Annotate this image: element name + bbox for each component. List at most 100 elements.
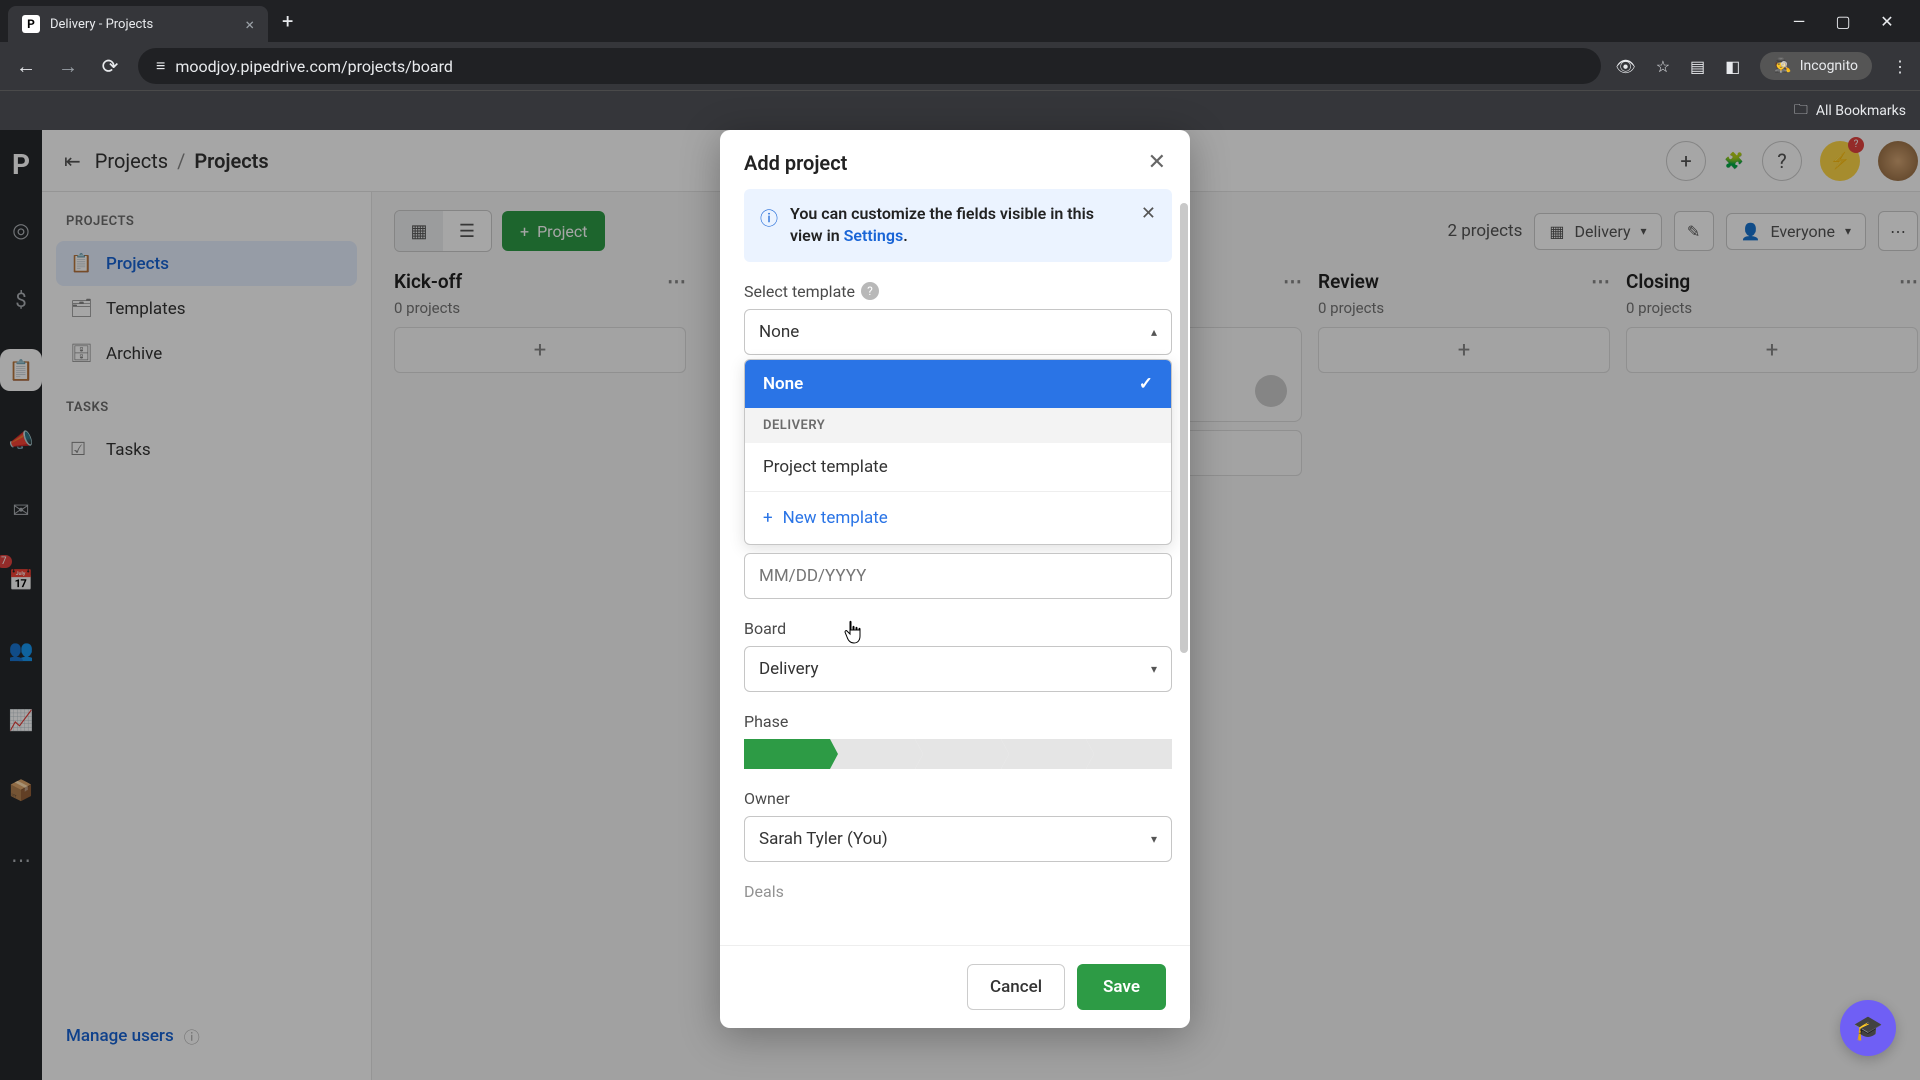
help-fab[interactable]: 🎓: [1840, 1000, 1896, 1056]
rail-insights-icon[interactable]: 📈: [0, 699, 42, 741]
reading-list-icon[interactable]: ▤: [1690, 57, 1705, 76]
people-filter[interactable]: 👤 Everyone ▾: [1726, 213, 1866, 250]
template-icon: 🗂: [70, 298, 92, 319]
rail-more-icon[interactable]: ⋯: [0, 839, 42, 881]
user-avatar[interactable]: [1878, 141, 1918, 181]
phase-segment[interactable]: [915, 739, 1001, 769]
pipedrive-logo[interactable]: P: [12, 148, 30, 181]
sidebar-item-tasks[interactable]: ☑ Tasks: [56, 427, 357, 472]
more-options-button[interactable]: ⋯: [1878, 211, 1918, 251]
board-view-button[interactable]: ▦: [395, 211, 443, 251]
left-rail: P ◎ $ 📋 📣 ✉ 7📅 👥 📈 📦 ⋯: [0, 130, 42, 1080]
new-template-button[interactable]: + New template: [745, 491, 1171, 544]
rail-calendar-icon[interactable]: 7📅: [0, 559, 42, 601]
manage-users-link[interactable]: Manage users: [66, 1026, 174, 1046]
project-count: 2 projects: [1447, 221, 1522, 241]
modal-body: ⓘ You can customize the fields visible i…: [720, 189, 1190, 945]
board-label: Board: [744, 619, 1172, 638]
sidebar-heading-tasks: TASKS: [66, 400, 347, 415]
board-selector[interactable]: ▦ Delivery ▾: [1534, 213, 1661, 250]
close-tab-icon[interactable]: ×: [245, 15, 254, 34]
maximize-icon[interactable]: ▢: [1834, 12, 1852, 31]
browser-tab[interactable]: P Delivery - Projects ×: [8, 6, 268, 42]
rail-products-icon[interactable]: 📦: [0, 769, 42, 811]
all-bookmarks-button[interactable]: 🗀 All Bookmarks: [1794, 99, 1906, 123]
sidebar-item-archive[interactable]: 🗄 Archive: [56, 331, 357, 376]
close-window-icon[interactable]: ✕: [1878, 12, 1896, 31]
rail-target-icon[interactable]: ◎: [0, 209, 42, 251]
list-view-button[interactable]: ☰: [443, 211, 491, 251]
chevron-down-icon: ▾: [1151, 832, 1157, 846]
cancel-button[interactable]: Cancel: [967, 964, 1065, 1010]
rail-contacts-icon[interactable]: 👥: [0, 629, 42, 671]
dropdown-option-template[interactable]: Project template: [745, 443, 1171, 491]
column-menu-icon[interactable]: ⋯: [667, 270, 686, 293]
info-banner: ⓘ You can customize the fields visible i…: [744, 189, 1172, 262]
rail-campaigns-icon[interactable]: 📣: [0, 419, 42, 461]
app: P ◎ $ 📋 📣 ✉ 7📅 👥 📈 📦 ⋯ ⇤ Projects / Proj…: [0, 130, 1920, 1080]
phase-segment[interactable]: [1001, 739, 1087, 769]
window-controls: — ▢ ✕: [1790, 12, 1912, 31]
column-menu-icon[interactable]: ⋯: [1899, 270, 1918, 293]
modal-title: Add project: [744, 151, 847, 175]
bookmark-star-icon[interactable]: ☆: [1656, 57, 1670, 76]
sidebar-item-projects[interactable]: 📋 Projects: [56, 241, 357, 286]
add-button[interactable]: +: [1666, 141, 1706, 181]
card-avatar: [1255, 375, 1287, 407]
info-icon[interactable]: ⓘ: [184, 1024, 200, 1048]
column-menu-icon[interactable]: ⋯: [1591, 270, 1610, 293]
eye-off-icon[interactable]: 👁: [1615, 57, 1635, 76]
phase-segment[interactable]: [744, 739, 830, 769]
forward-icon[interactable]: →: [54, 54, 82, 79]
phase-segment[interactable]: [1086, 739, 1172, 769]
help-button[interactable]: ?: [1762, 141, 1802, 181]
phase-selector[interactable]: [744, 739, 1172, 769]
deals-label: Deals: [744, 882, 1172, 901]
new-tab-button[interactable]: +: [272, 9, 303, 33]
collapse-sidebar-icon[interactable]: ⇤: [64, 149, 81, 173]
breadcrumb: Projects / Projects: [95, 149, 269, 173]
plus-icon: +: [763, 508, 773, 528]
dismiss-banner-icon[interactable]: ✕: [1141, 203, 1156, 224]
banner-text: You can customize the fields visible in …: [790, 203, 1129, 248]
browser-chrome: P Delivery - Projects × + — ▢ ✕ ← → ⟳ ≡ …: [0, 0, 1920, 130]
add-card-button[interactable]: +: [394, 327, 686, 373]
close-modal-icon[interactable]: ✕: [1148, 150, 1166, 175]
reload-icon[interactable]: ⟳: [96, 54, 124, 78]
scrollbar[interactable]: [1180, 203, 1188, 653]
url-input[interactable]: ≡ moodjoy.pipedrive.com/projects/board: [138, 48, 1601, 84]
template-select[interactable]: None ▴: [744, 309, 1172, 355]
dropdown-option-none[interactable]: None ✓: [745, 360, 1171, 408]
date-input[interactable]: [744, 553, 1172, 599]
board-icon: ▦: [1549, 222, 1564, 241]
side-panel-icon[interactable]: ◧: [1725, 57, 1740, 76]
minimize-icon[interactable]: —: [1790, 12, 1808, 31]
save-button[interactable]: Save: [1077, 964, 1166, 1010]
edit-button[interactable]: ✎: [1674, 211, 1714, 251]
menu-icon[interactable]: ⋮: [1892, 57, 1908, 76]
add-card-button[interactable]: +: [1626, 327, 1918, 373]
sidebar-item-templates[interactable]: 🗂 Templates: [56, 286, 357, 331]
back-icon[interactable]: ←: [12, 54, 40, 79]
help-icon[interactable]: ?: [861, 282, 879, 300]
clipboard-icon: 📋: [70, 253, 92, 274]
site-info-icon[interactable]: ≡: [156, 56, 165, 76]
rail-mail-icon[interactable]: ✉: [0, 489, 42, 531]
board-select[interactable]: Delivery ▾: [744, 646, 1172, 692]
extension-icon[interactable]: 🧩: [1724, 151, 1744, 170]
settings-link[interactable]: Settings: [844, 226, 904, 245]
upgrade-badge[interactable]: ⚡: [1820, 141, 1860, 181]
owner-select[interactable]: Sarah Tyler (You) ▾: [744, 816, 1172, 862]
new-project-button[interactable]: + Project: [502, 211, 605, 251]
template-dropdown: None ✓ DELIVERY Project template + New t…: [744, 359, 1172, 545]
sidebar-footer: Manage users ⓘ: [56, 1014, 357, 1058]
rail-projects-icon[interactable]: 📋: [0, 349, 42, 391]
favicon: P: [22, 15, 40, 33]
column-menu-icon[interactable]: ⋯: [1283, 270, 1302, 293]
incognito-badge[interactable]: 🕵 Incognito: [1760, 52, 1872, 80]
chevron-up-icon: ▴: [1151, 325, 1157, 339]
modal-footer: Cancel Save: [720, 945, 1190, 1028]
phase-segment[interactable]: [830, 739, 916, 769]
rail-money-icon[interactable]: $: [0, 279, 42, 321]
add-card-button[interactable]: +: [1318, 327, 1610, 373]
